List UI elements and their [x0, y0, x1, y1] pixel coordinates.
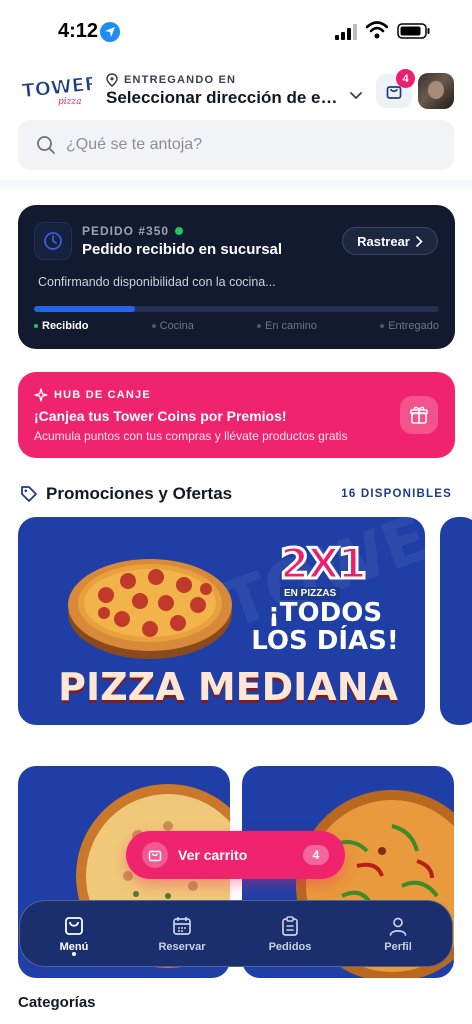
promo-badge: 2X1 [279, 538, 369, 590]
wifi-icon [366, 21, 388, 39]
step-dot [380, 324, 385, 328]
step-dot [257, 324, 262, 328]
search-input[interactable] [66, 136, 426, 154]
hub-title: ¡Canjea tus Tower Coins por Premios! [34, 408, 287, 424]
promo-banner[interactable]: TOWER 2X1 EN PIZZAS ¡TODOS LOS DÍAS! PIZ… [18, 517, 425, 725]
hub-label: HUB DE CANJE [34, 388, 151, 402]
order-number-text: PEDIDO #350 [82, 224, 170, 238]
order-status-title: Pedido recibido en sucursal [82, 241, 283, 258]
gift-button[interactable] [400, 396, 438, 434]
categories-title: Categorías [18, 994, 96, 1011]
nav-label-perfil: Perfil [384, 940, 412, 953]
location-arrow-icon [100, 22, 120, 42]
nav-label-menu: Menú [59, 940, 89, 953]
chevron-right-icon [416, 235, 423, 247]
step-label: Recibido [42, 320, 89, 332]
nav-item-pedidos[interactable]: Pedidos [236, 901, 344, 966]
order-step: Entregado [380, 320, 439, 332]
search-bar[interactable] [18, 120, 454, 170]
track-order-label: Rastrear [357, 233, 410, 249]
order-number: PEDIDO #350 [82, 224, 184, 238]
delivery-address-selector[interactable]: Seleccionar dirección de entrega [106, 88, 344, 108]
clipboard-icon [282, 915, 298, 936]
step-label: En camino [265, 320, 318, 332]
promo-main-text: PIZZA MEDIANA [58, 665, 398, 709]
battery-icon [397, 23, 430, 39]
promo-headline-line1: ¡TODOS [267, 598, 383, 628]
tower-pizza-logo[interactable]: TOWER pizza [20, 72, 101, 108]
step-label: Entregado [388, 320, 439, 332]
promotions-count[interactable]: 16 DISPONIBLES [341, 488, 452, 500]
order-step: Recibido [34, 320, 88, 332]
order-status-card[interactable]: PEDIDO #350 Pedido recibido en sucursal … [18, 205, 455, 349]
sparkle-icon [34, 388, 48, 402]
nav-item-perfil[interactable]: Perfil [344, 901, 452, 966]
promotions-header: Promociones y Ofertas 16 DISPONIBLES [20, 483, 452, 505]
hub-description: Acumula puntos con tus compras y llévate… [34, 429, 348, 443]
order-step: En camino [257, 320, 317, 332]
search-icon [37, 136, 55, 154]
tag-icon [21, 486, 37, 502]
bag-icon [65, 916, 83, 935]
view-cart-label: Ver carrito [178, 847, 248, 863]
nav-label-reservar: Reservar [158, 940, 206, 953]
nav-label-pedidos: Pedidos [268, 940, 312, 953]
promotions-title: Promociones y Ofertas [46, 484, 233, 503]
step-dot [34, 324, 38, 328]
order-progress-bar [34, 306, 439, 312]
avatar[interactable] [418, 73, 454, 109]
shopping-bag-icon [142, 842, 168, 868]
user-icon [389, 917, 407, 936]
location-pin-icon [106, 73, 118, 87]
svg-text:pizza: pizza [58, 97, 82, 107]
delivery-label-text: ENTREGANDO EN [124, 74, 237, 86]
delivery-label: ENTREGANDO EN [106, 73, 236, 87]
gift-icon [410, 406, 428, 424]
active-indicator-dot [72, 952, 76, 956]
step-dot [151, 324, 156, 328]
order-step: Cocina [151, 320, 194, 332]
promo-headline-line2: LOS DÍAS! [251, 626, 399, 656]
rewards-hub-card[interactable]: HUB DE CANJE ¡Canjea tus Tower Coins por… [18, 372, 455, 458]
order-progress-fill [34, 306, 136, 312]
bottom-navigation: Menú Reservar Pedidos Perfil [19, 900, 453, 967]
pizza-image [68, 559, 232, 659]
clock-icon [34, 222, 72, 260]
header-divider [0, 180, 472, 194]
cart-item-count: 4 [303, 845, 329, 865]
next-promo-banner[interactable] [440, 517, 472, 725]
view-cart-button[interactable]: Ver carrito 4 [126, 831, 345, 879]
status-time: 4:12 [58, 20, 99, 42]
cart-count-badge: 4 [396, 69, 415, 88]
step-label: Cocina [159, 320, 194, 332]
promo-headline: ¡TODOS LOS DÍAS! [250, 599, 400, 655]
status-bar: 4:12 [0, 0, 472, 62]
live-status-dot [175, 227, 184, 235]
chevron-down-icon[interactable] [350, 92, 362, 100]
track-order-button[interactable]: Rastrear [342, 227, 438, 255]
nav-item-menu[interactable]: Menú [20, 901, 128, 966]
calendar-icon [173, 916, 191, 935]
hub-label-text: HUB DE CANJE [54, 389, 151, 401]
order-description: Confirmando disponibilidad con la cocina… [38, 275, 276, 289]
nav-item-reservar[interactable]: Reservar [128, 901, 236, 966]
order-steps: Recibido Cocina En camino Entregado [34, 320, 439, 332]
cellular-signal-icon [335, 24, 357, 40]
